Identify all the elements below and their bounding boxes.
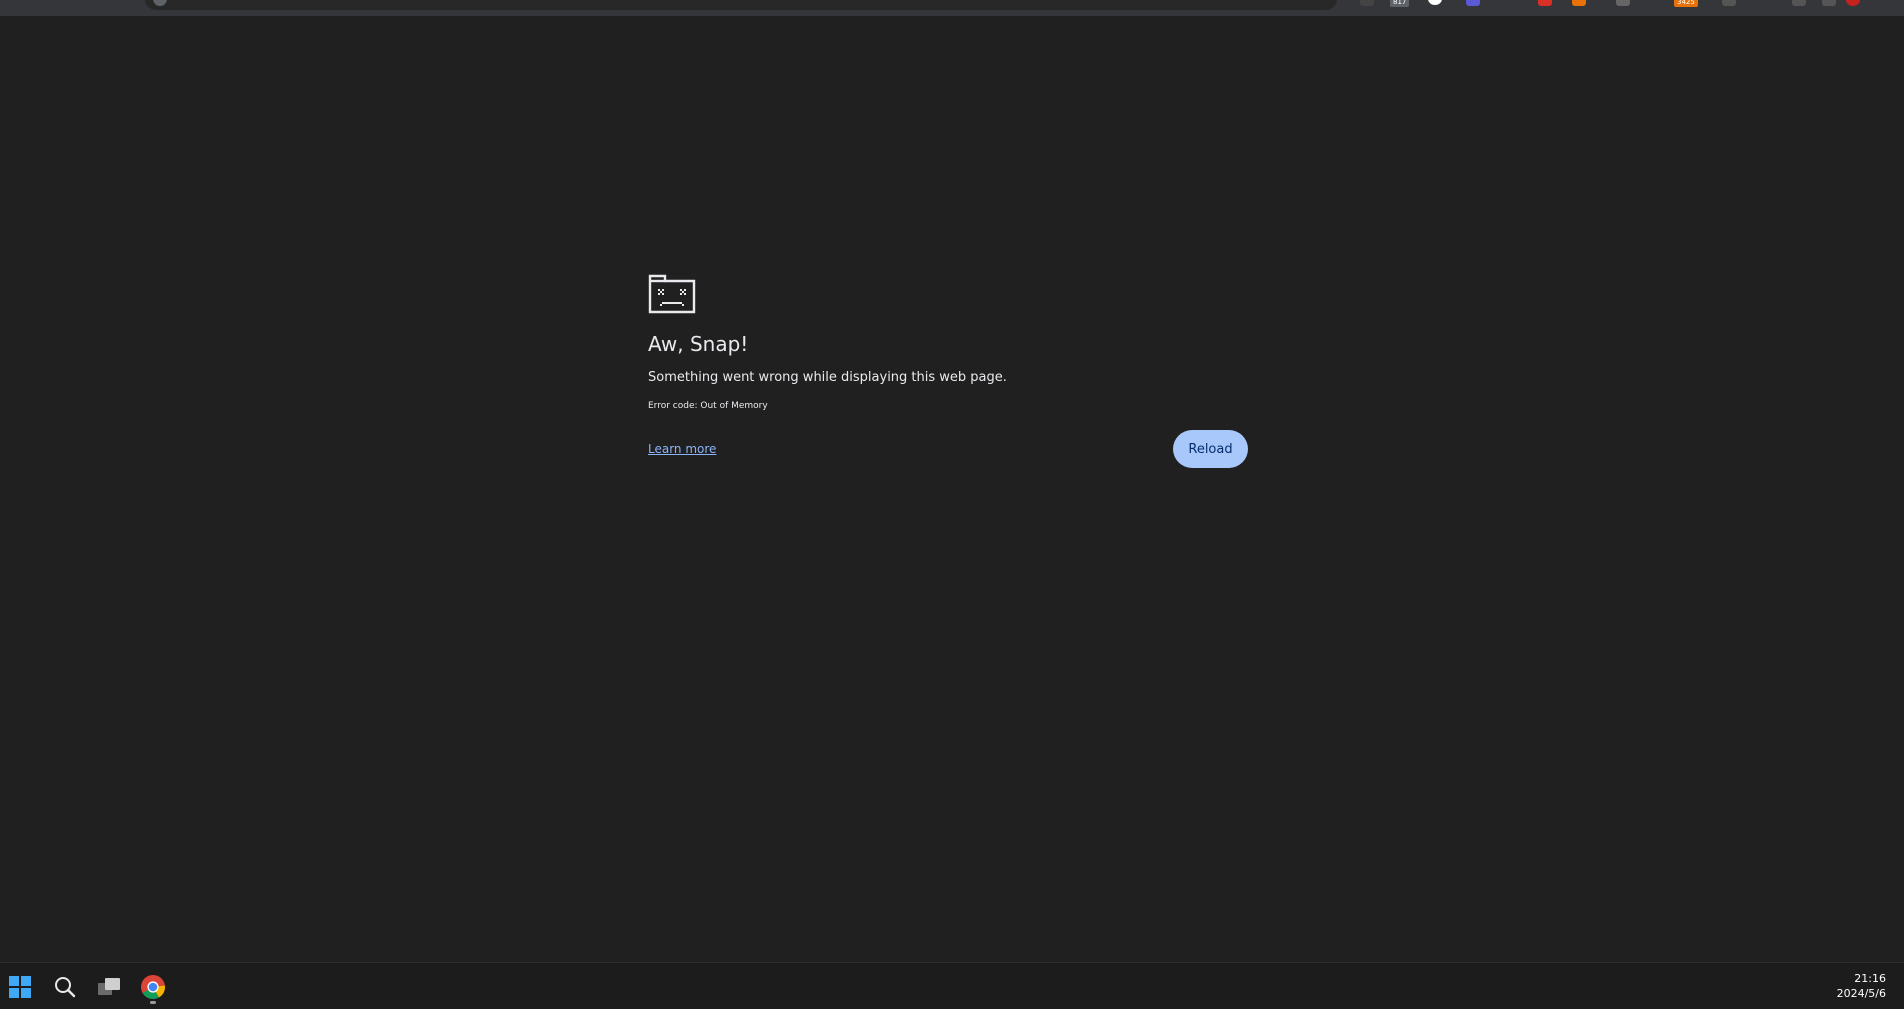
screen: 817 3425 Aw, Snap! Something went wrong … xyxy=(0,0,1904,1009)
extension-icon[interactable] xyxy=(1572,0,1586,6)
extension-badge[interactable]: 817 xyxy=(1390,0,1410,7)
reload-button[interactable]: Reload xyxy=(1173,430,1248,468)
taskbar: 21:16 2024/5/6 xyxy=(0,962,1904,1009)
start-button[interactable] xyxy=(2,969,38,1005)
browser-toolbar: 817 3425 xyxy=(0,0,1904,16)
task-view-button[interactable] xyxy=(91,969,127,1005)
maximize-icon[interactable] xyxy=(1822,0,1836,6)
error-actions: Learn more Reload xyxy=(648,430,1248,468)
learn-more-link[interactable]: Learn more xyxy=(648,442,716,456)
error-description: Something went wrong while displaying th… xyxy=(648,370,1007,385)
extension-icon[interactable] xyxy=(1360,0,1374,6)
minimize-icon[interactable] xyxy=(1792,0,1806,6)
system-clock[interactable]: 21:16 2024/5/6 xyxy=(1837,971,1886,1001)
chrome-icon xyxy=(141,975,165,1000)
site-info-icon[interactable] xyxy=(153,0,167,6)
chrome-taskbar-button[interactable] xyxy=(135,969,171,1005)
clock-time: 21:16 xyxy=(1854,972,1886,985)
windows-start-icon xyxy=(9,976,31,998)
close-icon[interactable] xyxy=(1846,0,1860,6)
address-bar-text xyxy=(325,0,825,2)
extensions-menu-icon[interactable] xyxy=(1722,0,1736,6)
search-icon xyxy=(55,977,76,998)
error-page: Aw, Snap! Something went wrong while dis… xyxy=(648,272,1248,468)
extension-icon[interactable] xyxy=(1616,0,1630,6)
running-indicator xyxy=(150,1001,156,1004)
extension-icon[interactable] xyxy=(1466,0,1480,6)
sad-tab-icon xyxy=(648,274,696,314)
extension-icon[interactable] xyxy=(1538,0,1552,6)
address-bar[interactable] xyxy=(145,0,1337,10)
clock-date: 2024/5/6 xyxy=(1836,987,1886,1000)
search-button[interactable] xyxy=(47,969,83,1005)
error-code: Error code: Out of Memory xyxy=(648,401,768,411)
extension-badge[interactable]: 3425 xyxy=(1674,0,1698,7)
profile-extension-icon[interactable] xyxy=(1428,0,1442,5)
task-view-icon xyxy=(98,978,120,995)
error-title: Aw, Snap! xyxy=(648,332,749,356)
